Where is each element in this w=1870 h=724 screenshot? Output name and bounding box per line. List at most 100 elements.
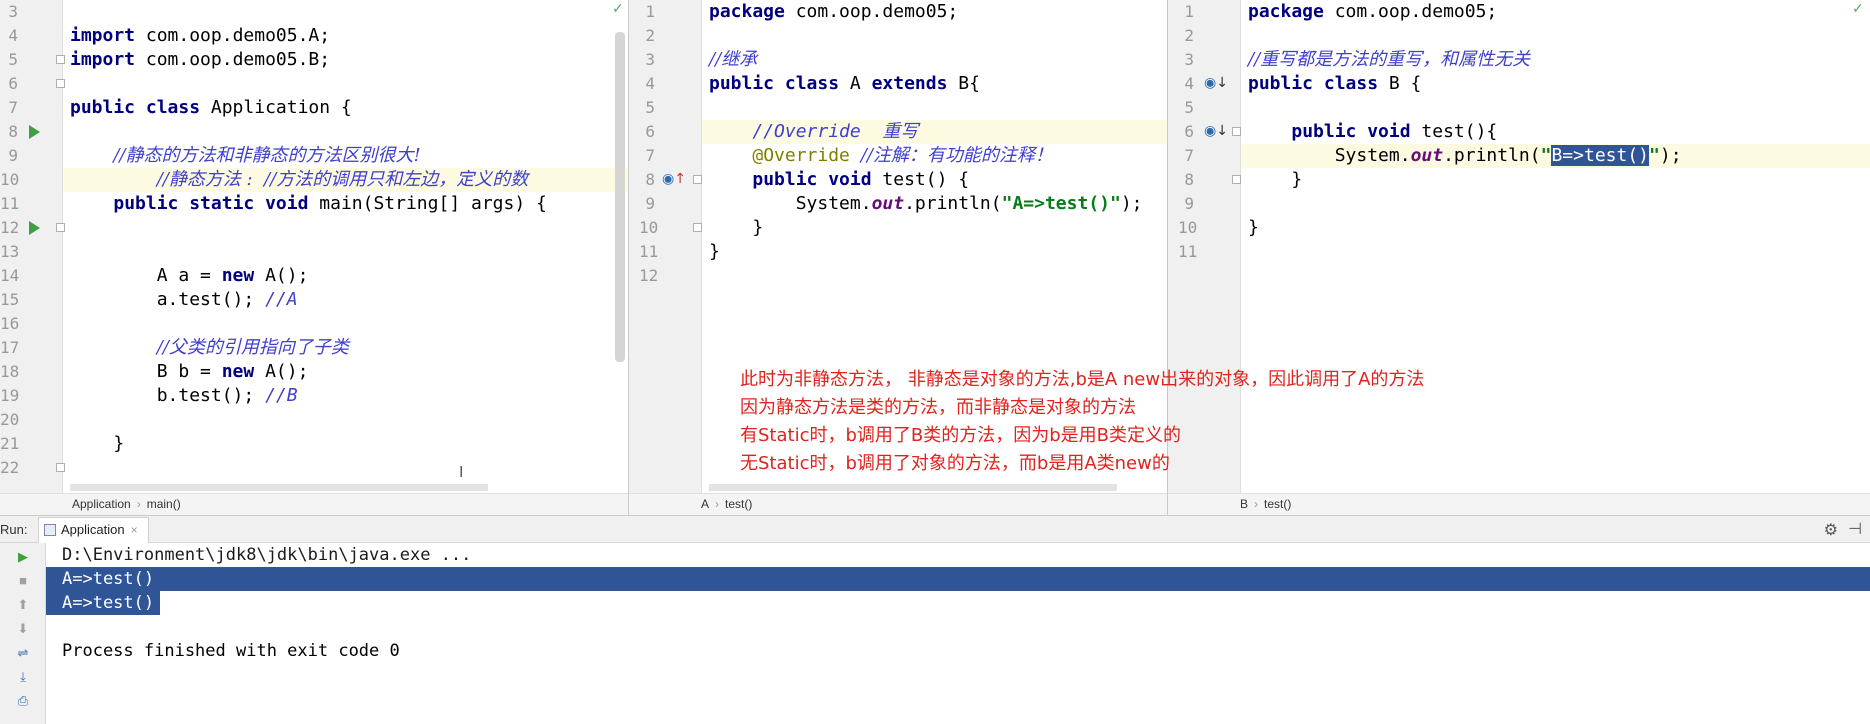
run-tab-application[interactable]: Application ×	[38, 517, 149, 543]
editor-area: 3 4 5 6 7 8 9 10 11 12 13 14 15 16 17 18…	[0, 0, 1870, 515]
scroll-to-end-icon[interactable]: ⤓	[0, 665, 46, 689]
line-number: 6	[645, 122, 655, 141]
line-number: 17	[0, 338, 20, 357]
code-line-current: //Override 重写	[702, 120, 1167, 144]
vertical-scrollbar[interactable]	[615, 32, 625, 362]
line-number: 9	[8, 146, 18, 165]
line-number: 16	[0, 314, 20, 333]
breadcrumb-item[interactable]: test()	[1264, 497, 1291, 511]
rerun-icon[interactable]: ▶	[0, 545, 46, 569]
breadcrumb-item[interactable]: A	[701, 497, 709, 511]
console-line: Process finished with exit code 0	[62, 641, 400, 661]
line-number: 21	[0, 434, 20, 453]
console-line-selected: A=>test()	[46, 591, 160, 615]
hide-panel-icon[interactable]: ⊣	[1848, 519, 1862, 539]
line-number: 5	[8, 50, 18, 69]
print-icon[interactable]: ⎙	[0, 689, 46, 713]
code-line: public static void main(String[] args) {	[113, 193, 547, 214]
fold-marker-icon[interactable]	[693, 175, 702, 184]
breadcrumb-item[interactable]: B	[1240, 497, 1248, 511]
editor-application[interactable]: 3 4 5 6 7 8 9 10 11 12 13 14 15 16 17 18…	[0, 0, 629, 515]
run-label: Run:	[0, 522, 28, 537]
line-number: 19	[0, 386, 20, 405]
code-line: public class A extends B{	[709, 73, 980, 94]
breadcrumb-item[interactable]: main()	[147, 497, 181, 511]
line-number: 4	[1184, 74, 1194, 93]
code-line: B b = new A();	[70, 361, 309, 382]
breadcrumb-item[interactable]: test()	[725, 497, 752, 511]
code-line: }	[709, 241, 720, 262]
gear-icon[interactable]: ⚙	[1824, 520, 1838, 540]
line-number: 15	[0, 290, 20, 309]
line-number: 10	[1178, 218, 1198, 237]
code-line: public void test() {	[752, 169, 970, 190]
down-arrow-icon[interactable]: ⬇	[0, 617, 46, 641]
run-main-icon[interactable]	[29, 221, 40, 235]
up-arrow-icon[interactable]: ⬆	[0, 593, 46, 617]
code-line: package com.oop.demo05;	[1248, 1, 1498, 22]
fold-marker-icon[interactable]	[1232, 127, 1241, 136]
line-number: 8	[8, 122, 18, 141]
line-number: 4	[645, 74, 655, 93]
breadcrumb-item[interactable]: Application	[72, 497, 131, 511]
gutter-class-a: 1 2 3 4 5 6 7 8 9 10 11 12 ◉↑	[629, 0, 702, 515]
line-number: 11	[639, 242, 659, 261]
line-number: 3	[8, 2, 18, 21]
line-number: 9	[645, 194, 655, 213]
line-number: 7	[1184, 146, 1194, 165]
note-line: 此时为非静态方法， 非静态是对象的方法,b是A new出来的对象，因此调用了A的…	[740, 369, 1425, 390]
console-line-selected: A=>test()	[46, 567, 1870, 591]
line-number: 22	[0, 458, 20, 477]
code-line: import com.oop.demo05.B;	[70, 49, 331, 70]
horizontal-scrollbar[interactable]	[70, 484, 488, 491]
line-number: 6	[8, 74, 18, 93]
run-class-icon[interactable]	[29, 125, 40, 139]
code-line: import com.oop.demo05.A;	[70, 25, 331, 46]
soft-wrap-icon[interactable]: ⇌	[0, 641, 46, 665]
breadcrumb-class-a: A › test()	[629, 493, 1167, 515]
line-number: 7	[8, 98, 18, 117]
line-number: 10	[0, 170, 20, 189]
line-number: 3	[645, 50, 655, 69]
code-line: b.test(); //B	[70, 385, 298, 406]
code-line: //继承	[709, 49, 758, 70]
fold-marker-icon[interactable]	[693, 223, 702, 232]
annotation-note: 此时为非静态方法， 非静态是对象的方法,b是A new出来的对象，因此调用了A的…	[740, 366, 1424, 478]
run-toolbar: ▶ ■ ⬆ ⬇ ⇌ ⤓ ⎙	[0, 543, 46, 724]
code-line-current: System.out.println("B=>test()");	[1241, 144, 1870, 168]
overridden-method-icon[interactable]: ◉↓	[1204, 123, 1228, 139]
line-number: 1	[645, 2, 655, 21]
horizontal-scrollbar[interactable]	[709, 484, 1117, 491]
console-output[interactable]: ▶ ■ ⬆ ⬇ ⇌ ⤓ ⎙ D:\Environment\jdk8\jdk\bi…	[0, 543, 1870, 724]
line-number: 2	[645, 26, 655, 45]
note-line: 有Static时，b调用了B类的方法，因为b是用B类定义的	[740, 425, 1182, 446]
line-number: 10	[639, 218, 659, 237]
code-line: @Override //注解：有功能的注释！	[752, 145, 1053, 166]
note-line: 因为静态方法是类的方法，而非静态是对象的方法	[740, 397, 1136, 418]
overrides-method-icon[interactable]: ◉↑	[662, 171, 686, 187]
overridden-class-icon[interactable]: ◉↓	[1204, 75, 1228, 91]
line-number: 18	[0, 362, 20, 381]
breadcrumb-class-b: B › test()	[1168, 493, 1870, 515]
code-line: A a = new A();	[70, 265, 309, 286]
check-icon: ✓	[1852, 0, 1864, 16]
close-icon[interactable]: ×	[131, 523, 138, 537]
line-number: 5	[645, 98, 655, 117]
line-number: 13	[0, 242, 20, 261]
code-area-application[interactable]: import com.oop.demo05.A; import com.oop.…	[63, 0, 628, 493]
stop-icon[interactable]: ■	[0, 569, 46, 593]
check-icon: ✓	[612, 0, 624, 16]
fold-marker-icon[interactable]	[1232, 175, 1241, 184]
